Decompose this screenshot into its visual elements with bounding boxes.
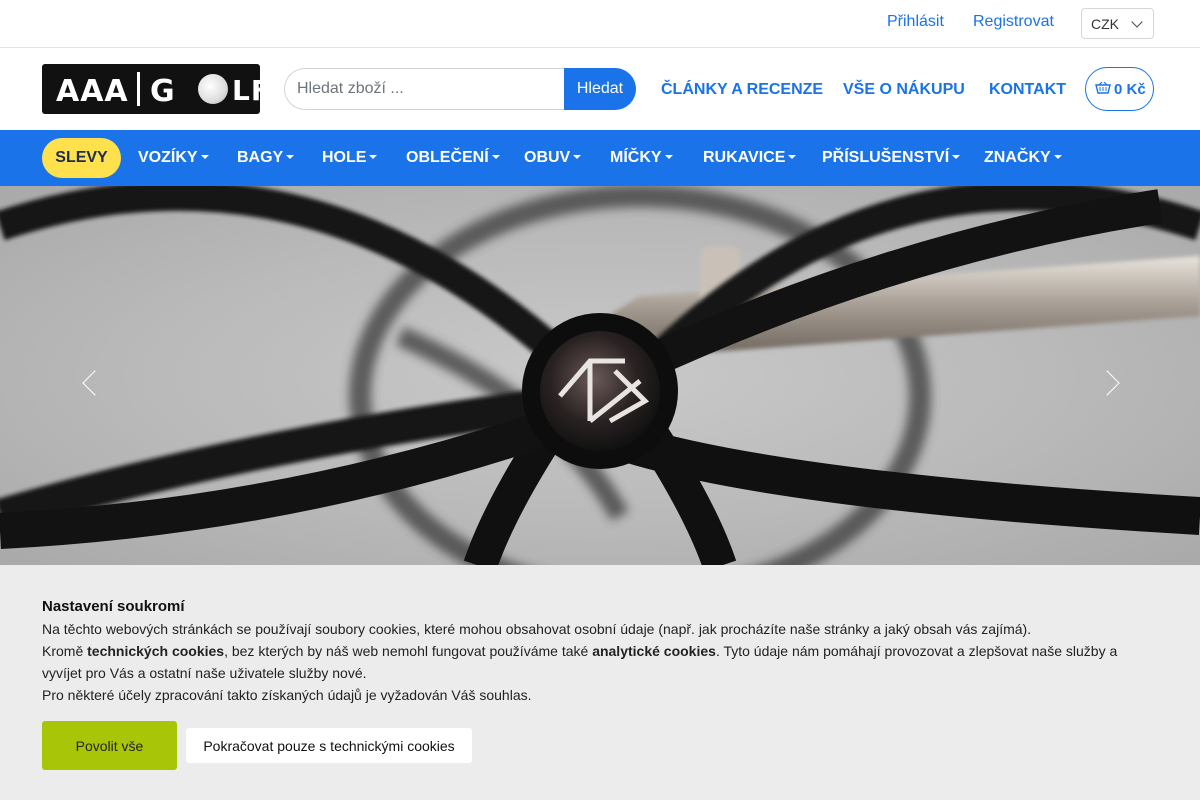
category-clothing[interactable]: OBLEČENÍ: [406, 149, 500, 167]
category-label: PŘÍSLUŠENSTVÍ: [822, 149, 950, 166]
caret-down-icon: [286, 155, 295, 159]
search-input[interactable]: [284, 68, 564, 110]
login-link[interactable]: Přihlásit: [887, 13, 944, 31]
currency-value: CZK: [1091, 16, 1119, 32]
hero-image: [0, 186, 1200, 566]
caret-down-icon: [664, 155, 673, 159]
caret-down-icon: [200, 155, 209, 159]
nav-about-shopping[interactable]: VŠE O NÁKUPU: [843, 81, 965, 99]
cookie-text-analytic: analytické cookies: [592, 643, 716, 659]
category-bags[interactable]: BAGY: [237, 149, 295, 167]
header: AAA G LF Hledat ČLÁNKY A RECENZE VŠE O N…: [0, 48, 1200, 130]
category-label: OBUV: [524, 149, 571, 166]
cart-button[interactable]: 0 Kč: [1085, 67, 1154, 111]
category-brands[interactable]: ZNAČKY: [984, 149, 1062, 167]
cookie-text-2: Kromě technických cookies, bez kterých b…: [42, 640, 1142, 684]
top-bar: Přihlásit Registrovat CZK: [0, 0, 1200, 48]
category-label: MÍČKY: [610, 149, 662, 166]
category-accessories[interactable]: PŘÍSLUŠENSTVÍ: [822, 149, 961, 167]
logo-separator: [137, 72, 140, 106]
caret-down-icon: [491, 155, 500, 159]
search-form: Hledat: [284, 68, 636, 110]
currency-select[interactable]: CZK: [1081, 8, 1154, 39]
logo[interactable]: AAA G LF: [42, 64, 270, 114]
category-gloves[interactable]: RUKAVICE: [703, 149, 797, 167]
category-label: BAGY: [237, 149, 284, 166]
cart-total: 0 Kč: [1114, 81, 1146, 98]
cookie-text-3: Pro některé účely zpracování takto získa…: [42, 687, 532, 703]
nav-articles-reviews[interactable]: ČLÁNKY A RECENZE: [661, 81, 823, 99]
category-clubs[interactable]: HOLE: [322, 149, 378, 167]
cookie-title: Nastavení soukromí: [42, 598, 185, 615]
category-carts[interactable]: VOZÍKY: [138, 149, 209, 167]
accept-all-button[interactable]: Povolit vše: [42, 721, 177, 770]
cookie-text-2c: , bez kterých by náš web nemohl fungovat…: [224, 643, 593, 659]
caret-down-icon: [1053, 155, 1062, 159]
cookie-text-2a: Kromě: [42, 643, 88, 659]
category-shoes[interactable]: OBUV: [524, 149, 582, 167]
logo-text: AAA: [56, 74, 129, 109]
category-label: OBLEČENÍ: [406, 149, 489, 166]
category-label: RUKAVICE: [703, 149, 786, 166]
golf-ball-icon: [198, 74, 228, 104]
chevron-down-icon: [1131, 16, 1143, 28]
caret-down-icon: [952, 155, 961, 159]
category-label: ZNAČKY: [984, 149, 1051, 166]
category-nav: SLEVY VOZÍKY BAGY HOLE OBLEČENÍ OBUV MÍČ…: [0, 130, 1200, 186]
logo-text-golf: G: [150, 74, 176, 109]
category-label: VOZÍKY: [138, 149, 198, 166]
search-button[interactable]: Hledat: [564, 68, 636, 110]
caret-down-icon: [369, 155, 378, 159]
cookie-text-1: Na těchto webových stránkách se používaj…: [42, 621, 1032, 637]
logo-text-lf: LF: [232, 74, 271, 107]
caret-down-icon: [573, 155, 582, 159]
register-link[interactable]: Registrovat: [973, 13, 1054, 31]
category-label: HOLE: [322, 149, 367, 166]
technical-only-button[interactable]: Pokračovat pouze s technickými cookies: [186, 728, 472, 763]
basket-icon: [1095, 82, 1111, 94]
cookie-banner: Nastavení soukromí Na těchto webových st…: [0, 565, 1200, 800]
nav-contact[interactable]: KONTAKT: [989, 81, 1066, 99]
cookie-text-technical: technických cookies: [87, 643, 225, 659]
category-balls[interactable]: MÍČKY: [610, 149, 673, 167]
caret-down-icon: [788, 155, 797, 159]
hero-carousel[interactable]: [0, 186, 1200, 566]
category-sale[interactable]: SLEVY: [42, 138, 121, 178]
